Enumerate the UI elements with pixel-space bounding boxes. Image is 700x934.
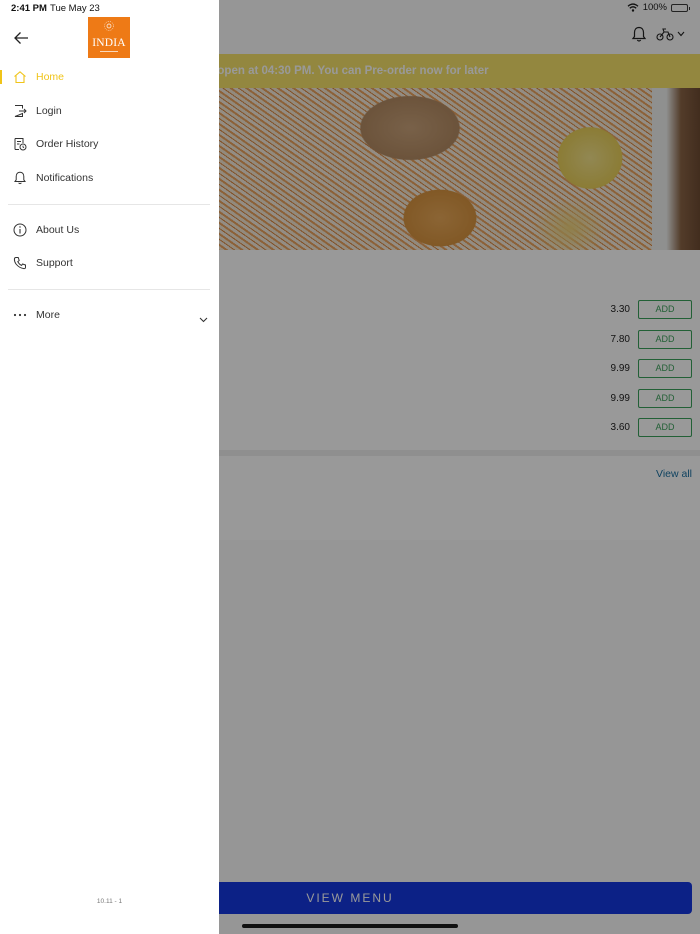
app-version: 10.11 - 1 bbox=[96, 898, 123, 905]
status-date: Tue May 23 bbox=[50, 3, 100, 14]
menu-item-about-us[interactable]: About Us bbox=[0, 215, 219, 245]
active-indicator bbox=[0, 70, 2, 84]
mandala-icon bbox=[104, 21, 114, 31]
info-icon bbox=[13, 223, 27, 237]
menu-item-notifications[interactable]: Notifications bbox=[0, 163, 219, 193]
menu-item-label: More bbox=[36, 309, 60, 321]
home-icon bbox=[13, 70, 27, 84]
menu-item-label: Home bbox=[36, 71, 65, 83]
status-time: 2:41 PM bbox=[11, 3, 47, 14]
menu-item-support[interactable]: Support bbox=[0, 248, 219, 278]
menu-item-home[interactable]: Home bbox=[0, 62, 219, 92]
menu-divider bbox=[8, 204, 210, 205]
menu-item-label: About Us bbox=[36, 224, 80, 236]
menu-divider bbox=[8, 289, 210, 290]
chevron-down-icon bbox=[199, 310, 208, 328]
back-arrow-icon[interactable] bbox=[13, 31, 29, 45]
wifi-icon bbox=[627, 3, 639, 12]
phone-icon bbox=[13, 256, 27, 270]
menu-item-label: Login bbox=[36, 105, 62, 117]
logo-text: INDIA bbox=[92, 37, 126, 49]
login-icon bbox=[13, 104, 27, 118]
menu-item-label: Order History bbox=[36, 138, 99, 150]
restaurant-logo: INDIA bbox=[88, 17, 130, 58]
battery-icon bbox=[671, 3, 690, 12]
menu-item-label: Notifications bbox=[36, 172, 94, 184]
more-dots-icon bbox=[13, 308, 27, 322]
order-history-icon bbox=[13, 137, 27, 151]
bell-icon bbox=[13, 171, 27, 185]
menu-item-order-history[interactable]: Order History bbox=[0, 129, 219, 159]
battery-percent: 100% bbox=[642, 2, 667, 13]
menu-item-label: Support bbox=[36, 257, 73, 269]
home-indicator[interactable] bbox=[242, 924, 458, 928]
menu-item-more[interactable]: More bbox=[0, 300, 219, 330]
menu-item-login[interactable]: Login bbox=[0, 96, 219, 126]
status-bar: 2:41 PM Tue May 23 100% bbox=[0, 0, 700, 16]
side-drawer: INDIA Home Login Order History Notificat… bbox=[0, 0, 219, 934]
